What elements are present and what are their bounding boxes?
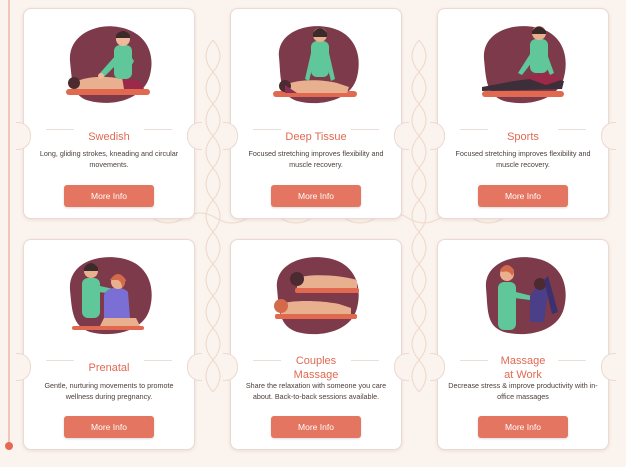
- card-description: Gentle, nurturing movements to promote w…: [44, 381, 174, 401]
- card-title: Swedish: [88, 131, 130, 143]
- timeline-line: [8, 0, 10, 447]
- prenatal-massage-illustration: [69, 257, 152, 335]
- swedish-massage-illustration: [66, 26, 152, 103]
- more-info-button[interactable]: More Info: [478, 416, 568, 438]
- service-card-prenatal: Prenatal Gentle, nurturing movements to …: [16, 239, 202, 450]
- card-description: Long, gliding strokes, kneading and circ…: [39, 149, 179, 169]
- deep-tissue-massage-illustration: [273, 26, 359, 104]
- couples-massage-illustration: [274, 257, 359, 335]
- card-title: Sports: [507, 131, 539, 143]
- timeline-dot: [5, 442, 13, 450]
- service-card-deep-tissue: Deep Tissue Focused stretching improves …: [223, 8, 409, 219]
- more-info-button[interactable]: More Info: [271, 185, 361, 207]
- card-description: Decrease stress & improve productivity w…: [448, 381, 598, 401]
- card-description: Focused stretching improves flexibility …: [248, 149, 384, 169]
- sports-massage-illustration: [482, 26, 566, 104]
- card-title: Massage at Work: [500, 355, 546, 381]
- more-info-button[interactable]: More Info: [64, 185, 154, 207]
- more-info-button[interactable]: More Info: [478, 185, 568, 207]
- card-title: Prenatal: [88, 362, 130, 374]
- service-card-couples: Couples Massage Share the relaxation wit…: [223, 239, 409, 450]
- service-card-massage-at-work: Massage at Work Decrease stress & improv…: [430, 239, 616, 450]
- more-info-button[interactable]: More Info: [64, 416, 154, 438]
- card-description: Share the relaxation with someone you ca…: [245, 381, 387, 401]
- service-card-sports: Sports Focused stretching improves flexi…: [430, 8, 616, 219]
- massage-at-work-illustration: [485, 257, 566, 335]
- card-title: Deep Tissue: [285, 131, 347, 143]
- card-title: Couples Massage: [293, 355, 339, 381]
- card-description: Focused stretching improves flexibility …: [455, 149, 591, 169]
- service-card-swedish: Swedish Long, gliding strokes, kneading …: [16, 8, 202, 219]
- more-info-button[interactable]: More Info: [271, 416, 361, 438]
